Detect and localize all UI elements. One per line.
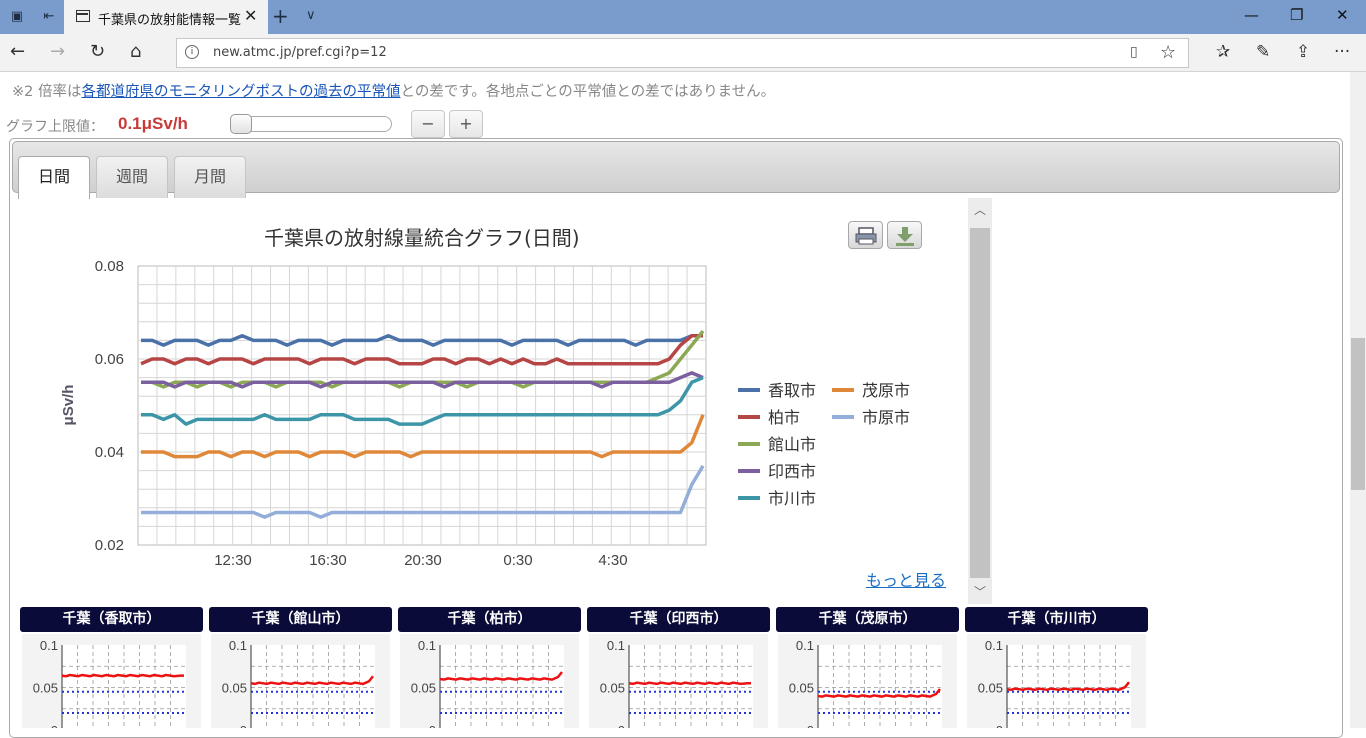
mini-chart-svg: 0.1 0.05 0 [789, 638, 942, 738]
scrollbar-thumb[interactable] [970, 228, 990, 578]
back-arrow-icon[interactable]: ← [10, 41, 25, 63]
footnote-link[interactable]: 各都道府県のモニタリングポストの過去の平常値 [81, 84, 400, 100]
mini-chart-svg: 0.1 0.05 0 [411, 638, 564, 738]
mini-y-tick-label: 0.05 [411, 681, 436, 696]
chevron-down-icon[interactable]: ∨ [306, 8, 316, 23]
station-card-title[interactable]: 千葉（市川市） [965, 607, 1148, 632]
mini-y-tick-label: 0 [996, 723, 1003, 728]
tab-monthly[interactable]: 月間 [174, 156, 246, 198]
mini-y-tick-label: 0.1 [985, 638, 1003, 653]
mini-chart-svg: 0.1 0.05 0 [33, 638, 186, 738]
mini-series-line [628, 681, 751, 686]
favorite-star-icon[interactable]: ☆ [1160, 42, 1176, 63]
mini-y-tick-label: 0.05 [222, 681, 247, 696]
close-tab-icon[interactable]: ✕ [244, 6, 257, 25]
station-card-title[interactable]: 千葉（印西市） [587, 607, 770, 632]
increase-button[interactable]: + [449, 110, 483, 138]
navigation-bar: ← → ↻ ⌂ i new.atmc.jp/pref.cgi?p=12 ▯ ☆ … [0, 34, 1366, 72]
more-link[interactable]: もっと見る [866, 567, 946, 591]
mini-chart-svg: 0.1 0.05 0 [600, 638, 753, 738]
mini-y-tick-label: 0.1 [607, 638, 625, 653]
mini-y-tick-label: 0.05 [978, 681, 1003, 696]
restore-icon[interactable]: ❐ [1290, 6, 1303, 24]
download-icon [896, 227, 914, 246]
chart-scrollbar[interactable]: ︿ ﹀ [968, 198, 992, 604]
footnote: ※2 倍率は各都道府県のモニタリングポストの過去の平常値との差です。各地点ごとの… [12, 80, 775, 101]
mini-y-tick-label: 0.05 [600, 681, 625, 696]
home-icon[interactable]: ⌂ [130, 41, 141, 63]
forward-arrow-icon[interactable]: → [50, 41, 65, 63]
print-button[interactable] [848, 221, 883, 249]
mini-chart-svg: 0.1 0.05 0 [222, 638, 375, 738]
page-scrollbar-thumb[interactable] [1351, 338, 1365, 490]
graph-limit-value: 0.1μSv/h [118, 114, 188, 133]
page-scrollbar[interactable] [1350, 72, 1366, 728]
graph-limit-slider[interactable] [230, 114, 392, 134]
mini-y-tick-label: 0 [240, 723, 247, 728]
url-text[interactable]: new.atmc.jp/pref.cgi?p=12 [213, 45, 387, 60]
station-card-title[interactable]: 千葉（柏市） [398, 607, 581, 632]
mini-y-tick-label: 0.1 [229, 638, 247, 653]
mini-y-tick-label: 0 [429, 723, 436, 728]
slider-handle[interactable] [230, 114, 252, 134]
station-card[interactable]: 千葉（印西市） 0.1 0.05 0 [587, 607, 770, 738]
mini-chart[interactable]: 0.1 0.05 0 [22, 634, 201, 738]
station-card[interactable]: 千葉（柏市） 0.1 0.05 0 [398, 607, 581, 738]
scroll-down-icon[interactable]: ﹀ [968, 580, 992, 604]
mini-y-tick-label: 0 [51, 723, 58, 728]
mini-chart[interactable]: 0.1 0.05 0 [211, 634, 390, 738]
station-card[interactable]: 千葉（香取市） 0.1 0.05 0 [20, 607, 203, 738]
set-aside-tabs-icon[interactable]: ⇤ [40, 8, 58, 26]
footnote-suffix: との差です。各地点ごとの平常値との差ではありません。 [400, 84, 776, 100]
tab-title: 千葉県の放射能情報一覧 [98, 13, 242, 28]
reading-view-icon[interactable]: ▯ [1130, 44, 1138, 60]
mini-y-tick-label: 0 [807, 723, 814, 728]
mini-y-tick-label: 0.1 [418, 638, 436, 653]
decrease-button[interactable]: − [411, 110, 445, 138]
station-card-title[interactable]: 千葉（館山市） [209, 607, 392, 632]
station-card[interactable]: 千葉（市川市） 0.1 0.05 0 [965, 607, 1148, 738]
mini-chart[interactable]: 0.1 0.05 0 [967, 634, 1146, 738]
footnote-prefix: ※2 倍率は [12, 84, 82, 100]
download-button[interactable] [887, 221, 922, 249]
mini-y-tick-label: 0.05 [789, 681, 814, 696]
mini-chart-svg: 0.1 0.05 0 [978, 638, 1131, 738]
tab-daily[interactable]: 日間 [18, 156, 90, 199]
refresh-icon[interactable]: ↻ [90, 41, 105, 63]
page-icon [76, 10, 90, 22]
mini-chart[interactable]: 0.1 0.05 0 [589, 634, 768, 738]
station-card-title[interactable]: 千葉（香取市） [20, 607, 203, 632]
minimize-icon[interactable]: — [1244, 6, 1259, 24]
tab-manager-icon[interactable]: ▣ [8, 8, 26, 26]
browser-tab-active[interactable]: 千葉県の放射能情報一覧 ✕ [64, 0, 268, 34]
station-card[interactable]: 千葉（館山市） 0.1 0.05 0 [209, 607, 392, 738]
mini-y-tick-label: 0.05 [33, 681, 58, 696]
pen-icon[interactable]: ✎ [1256, 41, 1270, 63]
print-icon [855, 227, 877, 245]
scroll-up-icon[interactable]: ︿ [968, 198, 992, 222]
station-card[interactable]: 千葉（茂原市） 0.1 0.05 0 [776, 607, 959, 738]
mini-y-tick-label: 0 [618, 723, 625, 728]
graph-limit-label: グラフ上限値： [6, 119, 104, 135]
favorites-list-icon[interactable]: ✰ [1216, 41, 1230, 63]
new-tab-icon[interactable]: + [272, 4, 289, 28]
browser-titlebar: ▣ ⇤ 千葉県の放射能情報一覧 ✕ + ∨ — ❐ ✕ [0, 0, 1366, 34]
station-card-title[interactable]: 千葉（茂原市） [776, 607, 959, 632]
mini-series-line [61, 673, 184, 678]
mini-chart[interactable]: 0.1 0.05 0 [778, 634, 957, 738]
address-bar[interactable]: i new.atmc.jp/pref.cgi?p=12 ▯ ☆ [176, 38, 1189, 68]
chart-title: 千葉県の放射線量統合グラフ(日間) [264, 226, 580, 250]
window-close-icon[interactable]: ✕ [1336, 6, 1349, 24]
more-dots-icon[interactable]: ··· [1334, 41, 1350, 63]
info-icon[interactable]: i [185, 45, 199, 59]
mini-y-tick-label: 0.1 [40, 638, 58, 653]
mini-chart[interactable]: 0.1 0.05 0 [400, 634, 579, 738]
mini-y-tick-label: 0.1 [796, 638, 814, 653]
share-icon[interactable]: ⇪ [1296, 41, 1310, 63]
tab-weekly[interactable]: 週間 [96, 156, 168, 198]
